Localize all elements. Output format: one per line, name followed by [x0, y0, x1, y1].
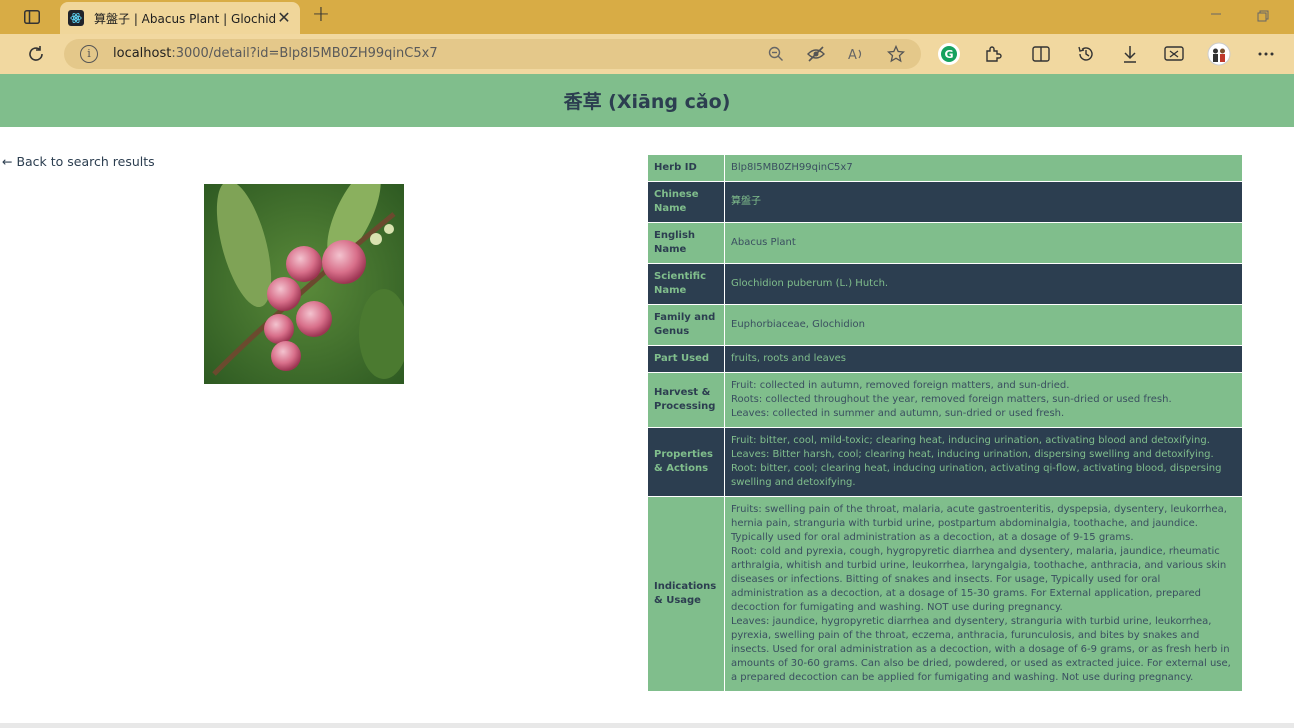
row-indications-usage: Indications & Usage Fruits: swelling pai…	[647, 496, 1243, 692]
extensions-icon[interactable]	[980, 41, 1006, 67]
english-name-value: Abacus Plant	[724, 222, 1243, 264]
harvest-line: Leaves: collected in summer and autumn, …	[731, 408, 1065, 419]
row-properties-actions: Properties & Actions Fruit: bitter, cool…	[647, 427, 1243, 497]
harvest-line: Roots: collected throughout the year, re…	[731, 394, 1172, 405]
browser-toolbar: i localhost:3000/detail?id=Blp8I5MB0ZH99…	[0, 34, 1294, 74]
herb-details-table: Herb ID Blp8I5MB0ZH99qinC5x7 Chinese Nam…	[647, 154, 1243, 692]
svg-text:G: G	[945, 48, 954, 61]
properties-line: Fruit: bitter, cool, mild-toxic; clearin…	[731, 435, 1210, 446]
tab-close-icon[interactable]: ✕	[276, 10, 292, 26]
herb-id-value: Blp8I5MB0ZH99qinC5x7	[724, 154, 1243, 182]
back-to-search-link[interactable]: ← Back to search results	[2, 154, 155, 169]
browser-titlebar: 算盤子 | Abacus Plant | Glochidion puberum …	[0, 0, 1294, 34]
row-harvest-processing: Harvest & Processing Fruit: collected in…	[647, 372, 1243, 428]
window-restore-button[interactable]	[1253, 8, 1273, 24]
indications-line: Root: cold and pyrexia, cough, hygropyre…	[731, 546, 1227, 613]
site-info-icon[interactable]: i	[80, 45, 98, 63]
react-favicon-icon	[68, 10, 84, 26]
url-path: :3000/detail?id=Blp8I5MB0ZH99qinC5x7	[171, 46, 438, 61]
row-herb-id: Herb ID Blp8I5MB0ZH99qinC5x7	[647, 154, 1243, 182]
more-options-icon[interactable]	[1253, 41, 1279, 67]
properties-line: Leaves: Bitter harsh, cool; clearing hea…	[731, 449, 1214, 460]
tab-title: 算盤子 | Abacus Plant | Glochidion puberum	[94, 11, 276, 26]
new-tab-button[interactable]: +	[310, 4, 332, 27]
row-family-genus: Family and Genus Euphorbiaceae, Glochidi…	[647, 304, 1243, 346]
row-scientific-name: Scientific Name Glochidion puberum (L.) …	[647, 263, 1243, 305]
svg-text:A: A	[848, 48, 857, 62]
part-used-label: Part Used	[647, 345, 725, 373]
indications-line: Leaves: jaundice, hygropyretic diarrhea …	[731, 616, 1231, 683]
address-bar[interactable]: i localhost:3000/detail?id=Blp8I5MB0ZH99…	[64, 39, 921, 69]
row-english-name: English Name Abacus Plant	[647, 222, 1243, 264]
indications-label: Indications & Usage	[647, 496, 725, 692]
screenshot-icon[interactable]	[1161, 41, 1187, 67]
row-part-used: Part Used fruits, roots and leaves	[647, 345, 1243, 373]
harvest-label: Harvest & Processing	[647, 372, 725, 428]
row-chinese-name: Chinese Name 算盤子	[647, 181, 1243, 223]
page-bottom-edge	[0, 723, 1294, 728]
part-used-value: fruits, roots and leaves	[724, 345, 1243, 373]
browser-tab-active[interactable]: 算盤子 | Abacus Plant | Glochidion puberum …	[60, 2, 300, 34]
family-genus-value: Euphorbiaceae, Glochidion	[724, 304, 1243, 346]
indications-line: Fruits: swelling pain of the throat, mal…	[731, 504, 1227, 543]
window-minimize-button[interactable]	[1206, 8, 1226, 24]
harvest-value: Fruit: collected in autumn, removed fore…	[724, 372, 1243, 428]
properties-label: Properties & Actions	[647, 427, 725, 497]
chinese-name-value: 算盤子	[724, 181, 1243, 223]
refresh-icon[interactable]	[23, 41, 49, 67]
herb-id-label: Herb ID	[647, 154, 725, 182]
download-icon[interactable]	[1117, 41, 1143, 67]
chinese-name-label: Chinese Name	[647, 181, 725, 223]
properties-line: Root: bitter, cool; clearing heat, induc…	[731, 463, 1222, 488]
family-genus-label: Family and Genus	[647, 304, 725, 346]
split-screen-icon[interactable]	[1028, 41, 1054, 67]
indications-value: Fruits: swelling pain of the throat, mal…	[724, 496, 1243, 692]
grammarly-icon[interactable]: G	[936, 41, 962, 67]
page-title: 香草 (Xiāng cǎo)	[563, 91, 731, 113]
sidebar-toggle-icon[interactable]	[20, 6, 44, 28]
page-header: 香草 (Xiāng cǎo)	[0, 74, 1294, 127]
profile-avatar-icon[interactable]	[1206, 41, 1232, 67]
herb-image	[204, 184, 404, 384]
scientific-name-label: Scientific Name	[647, 263, 725, 305]
read-aloud-icon[interactable]: A	[845, 43, 867, 65]
english-name-label: English Name	[647, 222, 725, 264]
zoom-out-icon[interactable]	[765, 43, 787, 65]
tracking-prevention-icon[interactable]	[805, 43, 827, 65]
scientific-name-value: Glochidion puberum (L.) Hutch.	[724, 263, 1243, 305]
history-icon[interactable]	[1073, 41, 1099, 67]
favorite-star-icon[interactable]	[885, 43, 907, 65]
address-url[interactable]: localhost:3000/detail?id=Blp8I5MB0ZH99qi…	[113, 46, 438, 61]
url-host: localhost	[113, 46, 172, 61]
properties-value: Fruit: bitter, cool, mild-toxic; clearin…	[724, 427, 1243, 497]
harvest-line: Fruit: collected in autumn, removed fore…	[731, 380, 1070, 391]
